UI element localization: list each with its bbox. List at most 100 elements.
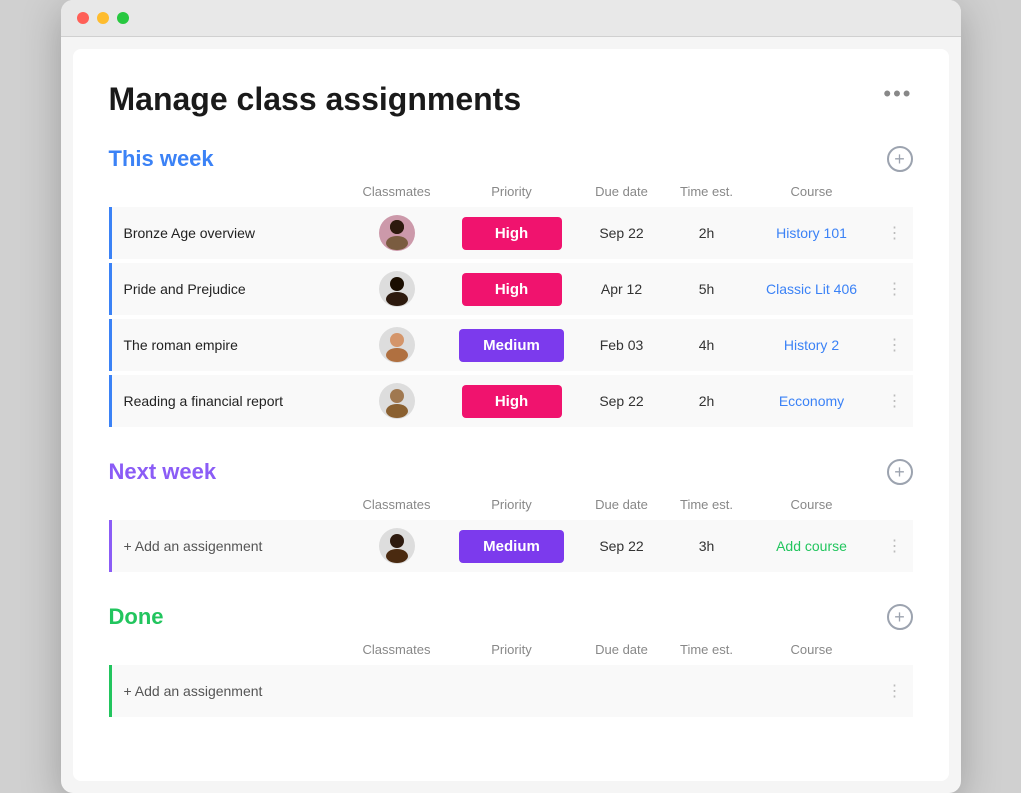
row-action: ⋮	[877, 391, 913, 411]
section-title-next-week: Next week	[109, 459, 217, 485]
row-dots-icon[interactable]: ⋮	[887, 681, 903, 701]
col-priority: Priority	[447, 642, 577, 657]
due-date: Apr 12	[577, 281, 667, 297]
col-task	[109, 497, 347, 512]
row-dots-icon[interactable]: ⋮	[887, 279, 903, 299]
col-course: Course	[747, 184, 877, 199]
col-course: Course	[747, 642, 877, 657]
add-next-week-button[interactable]: +	[887, 459, 913, 485]
close-dot[interactable]	[77, 12, 89, 24]
priority-badge-high[interactable]: High	[462, 273, 562, 306]
row-action: ⋮	[877, 223, 913, 243]
priority-cell: Medium	[447, 526, 577, 567]
section-next-week: Next week + Classmates Priority Due date…	[109, 459, 913, 572]
page-title: Manage class assignments	[109, 81, 522, 118]
page-header: Manage class assignments •••	[109, 81, 913, 118]
section-title-this-week: This week	[109, 146, 214, 172]
table-row: Reading a financial report High Sep 22 2…	[109, 375, 913, 427]
time-est: 4h	[667, 337, 747, 353]
row-action: ⋮	[877, 335, 913, 355]
add-course-link[interactable]: Add course	[747, 538, 877, 554]
section-header-this-week: This week +	[109, 146, 913, 172]
table-row: Pride and Prejudice High Apr 12 5h Class…	[109, 263, 913, 315]
more-options-button[interactable]: •••	[883, 81, 912, 107]
table-done: Classmates Priority Due date Time est. C…	[109, 638, 913, 717]
app-window: Manage class assignments ••• This week +…	[61, 0, 961, 793]
course-link[interactable]: History 101	[747, 225, 877, 241]
col-classmates: Classmates	[347, 497, 447, 512]
section-header-next-week: Next week +	[109, 459, 913, 485]
course-link[interactable]: Ecconomy	[747, 393, 877, 409]
row-dots-icon[interactable]: ⋮	[887, 223, 903, 243]
main-content: Manage class assignments ••• This week +…	[73, 49, 949, 781]
course-link[interactable]: History 2	[747, 337, 877, 353]
row-action: ⋮	[877, 536, 913, 556]
add-task-label[interactable]: + Add an assigenment	[112, 526, 347, 566]
row-dots-icon[interactable]: ⋮	[887, 391, 903, 411]
row-dots-icon[interactable]: ⋮	[887, 335, 903, 355]
time-est: 5h	[667, 281, 747, 297]
col-task	[109, 184, 347, 199]
avatar-cell	[347, 267, 447, 311]
table-header-next-week: Classmates Priority Due date Time est. C…	[109, 493, 913, 516]
priority-cell	[447, 687, 577, 695]
task-name: Bronze Age overview	[112, 213, 347, 253]
avatar-cell	[347, 524, 447, 568]
table-row: The roman empire Medium Feb 03 4h Histor…	[109, 319, 913, 371]
section-header-done: Done +	[109, 604, 913, 630]
priority-cell: Medium	[447, 325, 577, 366]
time-est: 2h	[667, 393, 747, 409]
due-date: Sep 22	[577, 225, 667, 241]
avatar-cell	[347, 687, 447, 695]
row-action: ⋮	[877, 279, 913, 299]
add-assignment-row-next-week[interactable]: + Add an assigenment Medium Sep 22 3h Ad…	[109, 520, 913, 572]
priority-badge-high[interactable]: High	[462, 385, 562, 418]
col-classmates: Classmates	[347, 184, 447, 199]
col-time-est: Time est.	[667, 642, 747, 657]
task-name: Reading a financial report	[112, 381, 347, 421]
add-this-week-button[interactable]: +	[887, 146, 913, 172]
due-date: Sep 22	[577, 393, 667, 409]
col-course: Course	[747, 497, 877, 512]
col-due-date: Due date	[577, 642, 667, 657]
avatar-cell	[347, 379, 447, 423]
col-due-date: Due date	[577, 497, 667, 512]
maximize-dot[interactable]	[117, 12, 129, 24]
add-assignment-row-done[interactable]: + Add an assigenment ⋮	[109, 665, 913, 717]
avatar-cell	[347, 211, 447, 255]
course-link[interactable]: Classic Lit 406	[747, 281, 877, 297]
table-header-done: Classmates Priority Due date Time est. C…	[109, 638, 913, 661]
avatar	[379, 271, 415, 307]
avatar	[379, 383, 415, 419]
avatar-cell	[347, 323, 447, 367]
priority-badge-medium[interactable]: Medium	[459, 329, 564, 362]
avatar	[379, 215, 415, 251]
col-time-est: Time est.	[667, 497, 747, 512]
add-task-label[interactable]: + Add an assigenment	[112, 671, 347, 711]
titlebar	[61, 0, 961, 37]
table-row: Bronze Age overview High Sep 22 2h Histo…	[109, 207, 913, 259]
col-due-date: Due date	[577, 184, 667, 199]
row-action: ⋮	[877, 681, 913, 701]
priority-badge-high[interactable]: High	[462, 217, 562, 250]
add-done-button[interactable]: +	[887, 604, 913, 630]
row-dots-icon[interactable]: ⋮	[887, 536, 903, 556]
col-time-est: Time est.	[667, 184, 747, 199]
priority-badge-medium[interactable]: Medium	[459, 530, 564, 563]
due-date: Feb 03	[577, 337, 667, 353]
table-next-week: Classmates Priority Due date Time est. C…	[109, 493, 913, 572]
col-classmates: Classmates	[347, 642, 447, 657]
due-date: Sep 22	[577, 538, 667, 554]
section-done: Done + Classmates Priority Due date Time…	[109, 604, 913, 717]
time-est: 3h	[667, 538, 747, 554]
minimize-dot[interactable]	[97, 12, 109, 24]
table-this-week: Classmates Priority Due date Time est. C…	[109, 180, 913, 427]
priority-cell: High	[447, 381, 577, 422]
priority-cell: High	[447, 213, 577, 254]
avatar	[379, 327, 415, 363]
section-this-week: This week + Classmates Priority Due date…	[109, 146, 913, 427]
task-name: The roman empire	[112, 325, 347, 365]
priority-cell: High	[447, 269, 577, 310]
col-priority: Priority	[447, 184, 577, 199]
col-task	[109, 642, 347, 657]
